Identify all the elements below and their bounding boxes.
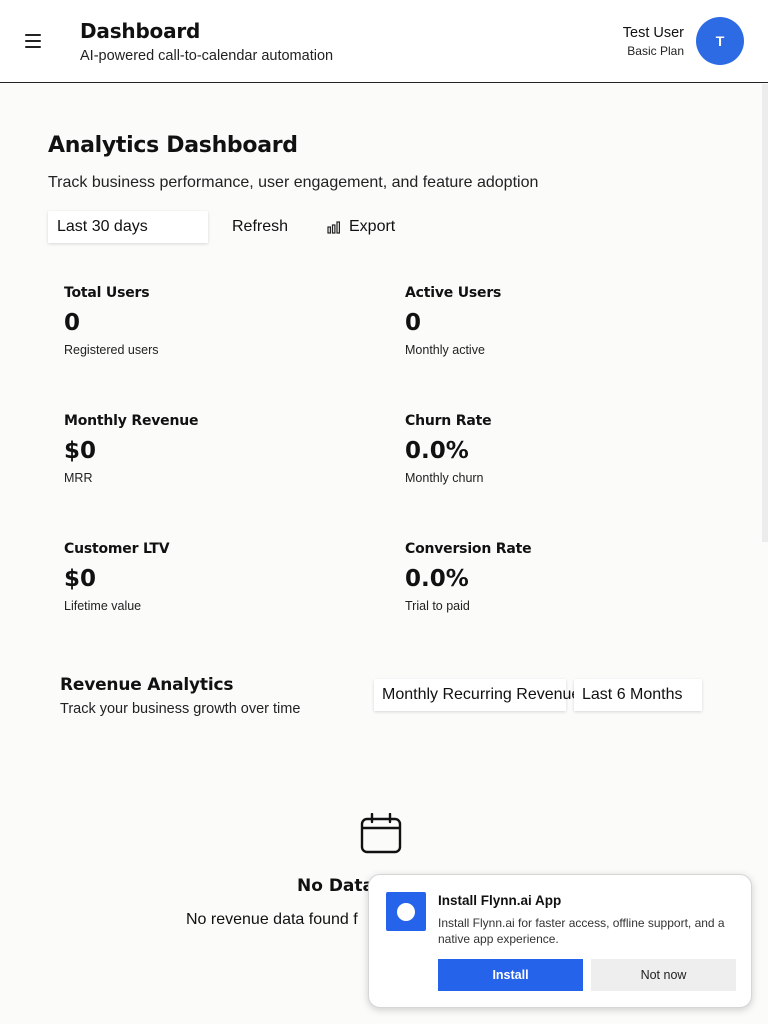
header-title: Dashboard <box>80 19 201 43</box>
refresh-button[interactable]: Refresh <box>232 218 288 236</box>
date-range-select[interactable]: Last 30 days <box>48 211 208 243</box>
hamburger-menu-icon[interactable] <box>25 34 41 48</box>
stat-note: Monthly churn <box>405 471 484 485</box>
export-button[interactable]: Export <box>327 218 395 236</box>
revenue-subtitle: Track your business growth over time <box>60 701 301 717</box>
user-plan: Basic Plan <box>627 44 684 58</box>
stat-label: Total Users <box>64 285 150 301</box>
install-title: Install Flynn.ai App <box>438 893 562 908</box>
stat-monthly-revenue: Monthly Revenue $0 MRR <box>64 413 364 485</box>
stat-note: Monthly active <box>405 343 485 357</box>
stat-note: Registered users <box>64 343 159 357</box>
stat-value: $0 <box>64 438 97 464</box>
stat-value: 0 <box>405 310 422 336</box>
calendar-icon <box>360 813 402 854</box>
avatar[interactable]: T <box>696 17 744 65</box>
empty-state-text: No revenue data found f <box>186 911 358 928</box>
stat-label: Customer LTV <box>64 541 170 557</box>
export-label: Export <box>349 218 396 235</box>
stat-label: Monthly Revenue <box>64 413 199 429</box>
app-header: Dashboard AI-powered call-to-calendar au… <box>0 0 768 83</box>
stat-value: 0.0% <box>405 566 469 592</box>
install-description: Install Flynn.ai for faster access, offl… <box>438 916 725 946</box>
stat-note: MRR <box>64 471 93 485</box>
metric-select[interactable]: Monthly Recurring Revenue <box>374 679 580 711</box>
scrollbar[interactable] <box>762 84 768 542</box>
date-range-value: Last 30 days <box>57 218 148 235</box>
stat-label: Conversion Rate <box>405 541 532 557</box>
stat-label: Churn Rate <box>405 413 492 429</box>
stat-total-users: Total Users 0 Registered users <box>64 285 364 357</box>
revenue-title: Revenue Analytics <box>60 675 234 695</box>
bar-chart-icon <box>327 220 341 234</box>
page-subtitle: Track business performance, user engagem… <box>48 174 539 191</box>
user-name: Test User <box>622 25 684 41</box>
stat-active-users: Active Users 0 Monthly active <box>405 285 705 357</box>
install-prompt: Install Flynn.ai App Install Flynn.ai fo… <box>368 874 752 1008</box>
stat-label: Active Users <box>405 285 502 301</box>
stat-value: $0 <box>64 566 97 592</box>
empty-state-title: No Data <box>297 876 375 896</box>
not-now-button[interactable]: Not now <box>591 959 736 991</box>
stat-value: 0 <box>64 310 81 336</box>
page-title: Analytics Dashboard <box>48 133 298 158</box>
stat-note: Lifetime value <box>64 599 142 613</box>
stat-churn-rate: Churn Rate 0.0% Monthly churn <box>405 413 705 485</box>
stat-value: 0.0% <box>405 438 469 464</box>
stat-note: Trial to paid <box>405 599 470 613</box>
header-subtitle: AI-powered call-to-calendar automation <box>80 48 334 64</box>
stat-conversion-rate: Conversion Rate 0.0% Trial to paid <box>405 541 705 613</box>
stat-customer-ltv: Customer LTV $0 Lifetime value <box>64 541 364 613</box>
app-logo-icon <box>386 892 426 931</box>
install-button[interactable]: Install <box>438 959 583 991</box>
period-select[interactable]: Last 6 Months <box>574 679 702 711</box>
